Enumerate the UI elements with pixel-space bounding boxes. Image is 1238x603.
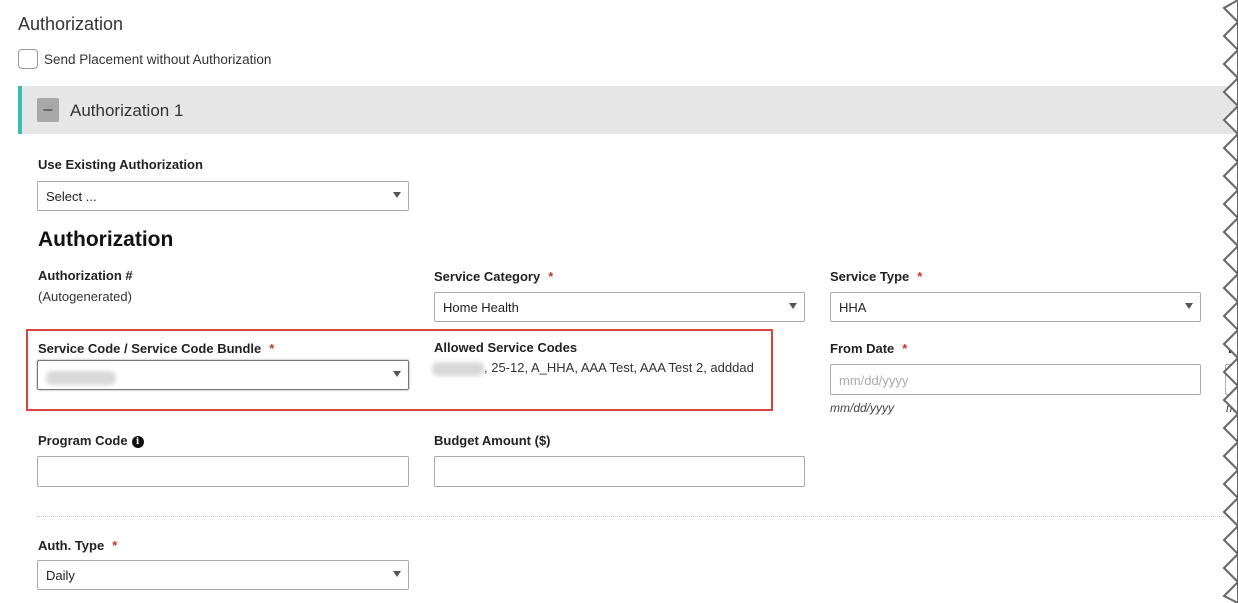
use-existing-value: Select ... <box>46 189 97 204</box>
from-date-label: From Date * <box>830 341 908 356</box>
use-existing-label: Use Existing Authorization <box>38 157 203 172</box>
redacted-code <box>432 361 484 376</box>
service-code-label: Service Code / Service Code Bundle * <box>38 341 275 356</box>
required-marker: * <box>112 538 118 553</box>
panel-title: Authorization 1 <box>70 101 184 120</box>
auth-number-label: Authorization # <box>38 268 133 283</box>
auth-type-label: Auth. Type * <box>38 538 118 553</box>
auth-type-value: Daily <box>46 568 75 583</box>
service-code-select[interactable] <box>37 360 409 390</box>
required-marker: * <box>548 269 554 284</box>
service-type-value: HHA <box>839 300 867 315</box>
service-category-value: Home Health <box>443 300 519 315</box>
budget-amount-label: Budget Amount ($) <box>434 433 551 448</box>
required-marker: * <box>902 341 908 356</box>
program-code-label: Program Code i <box>38 433 144 448</box>
send-without-auth-label: Send Placement without Authorization <box>44 52 272 67</box>
divider <box>37 516 1238 517</box>
torn-edge <box>1222 0 1238 603</box>
allowed-codes-label: Allowed Service Codes <box>434 340 578 355</box>
chevron-down-icon <box>393 192 401 198</box>
send-without-auth-checkbox[interactable] <box>18 49 38 69</box>
from-date-placeholder: mm/dd/yyyy <box>839 373 909 388</box>
budget-amount-input[interactable] <box>434 456 805 487</box>
program-code-input[interactable] <box>37 456 409 487</box>
required-marker: * <box>917 269 923 284</box>
chevron-down-icon <box>1185 303 1193 309</box>
authorization-heading: Authorization <box>38 228 174 251</box>
service-type-label: Service Type * <box>830 269 923 284</box>
required-marker: * <box>269 341 275 356</box>
from-date-hint: mm/dd/yyyy <box>830 401 895 415</box>
chevron-down-icon <box>393 571 401 577</box>
auth-type-select[interactable]: Daily <box>37 560 409 590</box>
auth-number-value: (Autogenerated) <box>38 289 132 304</box>
section-title: Authorization <box>18 14 124 34</box>
chevron-down-icon <box>789 303 797 309</box>
use-existing-select[interactable]: Select ... <box>37 181 409 211</box>
chevron-down-icon <box>393 371 401 377</box>
service-category-label: Service Category * <box>434 269 554 284</box>
redacted-value <box>46 369 116 385</box>
service-category-select[interactable]: Home Health <box>434 292 805 322</box>
from-date-input[interactable]: mm/dd/yyyy <box>830 364 1201 395</box>
service-type-select[interactable]: HHA <box>830 292 1201 322</box>
authorization-panel-header: – Authorization 1 <box>18 86 1238 134</box>
info-icon[interactable]: i <box>131 435 144 448</box>
allowed-codes-value: , 25-12, A_HHA, AAA Test, AAA Test 2, ad… <box>432 360 754 376</box>
collapse-button[interactable]: – <box>37 98 59 122</box>
